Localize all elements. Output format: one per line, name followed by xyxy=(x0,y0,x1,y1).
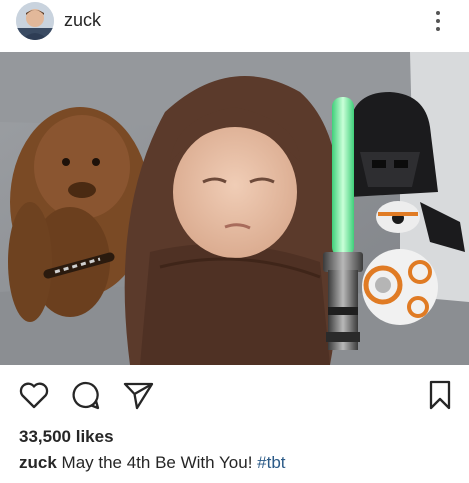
avatar[interactable] xyxy=(16,2,54,40)
like-button[interactable] xyxy=(18,379,50,416)
heart-outline-icon xyxy=(19,382,49,409)
caption-text: May the 4th Be With You! xyxy=(61,453,253,472)
post-photo[interactable] xyxy=(0,52,469,365)
post-image xyxy=(0,52,469,365)
comment-button[interactable] xyxy=(70,379,102,416)
likes-count[interactable]: 33,500 likes xyxy=(19,427,114,447)
more-options-button[interactable] xyxy=(426,8,450,34)
more-vertical-icon-dot xyxy=(436,27,440,31)
post-caption: zuck May the 4th Be With You! #tbt xyxy=(19,453,459,473)
feed-post: zuck 33,500 likes zuck May the 4th Be Wi… xyxy=(0,0,469,483)
share-button[interactable] xyxy=(122,379,154,416)
post-header: zuck xyxy=(0,0,469,52)
avatar-image xyxy=(16,2,54,40)
caption-hashtag[interactable]: #tbt xyxy=(257,453,285,472)
bookmark-icon xyxy=(429,380,451,410)
comment-bubble-icon xyxy=(72,381,100,410)
post-username[interactable]: zuck xyxy=(64,10,101,31)
caption-username[interactable]: zuck xyxy=(19,453,57,472)
post-action-bar xyxy=(0,365,469,425)
paper-plane-icon xyxy=(123,382,154,410)
more-vertical-icon-dot xyxy=(436,19,440,23)
more-vertical-icon xyxy=(436,11,440,15)
save-button[interactable] xyxy=(424,379,456,416)
